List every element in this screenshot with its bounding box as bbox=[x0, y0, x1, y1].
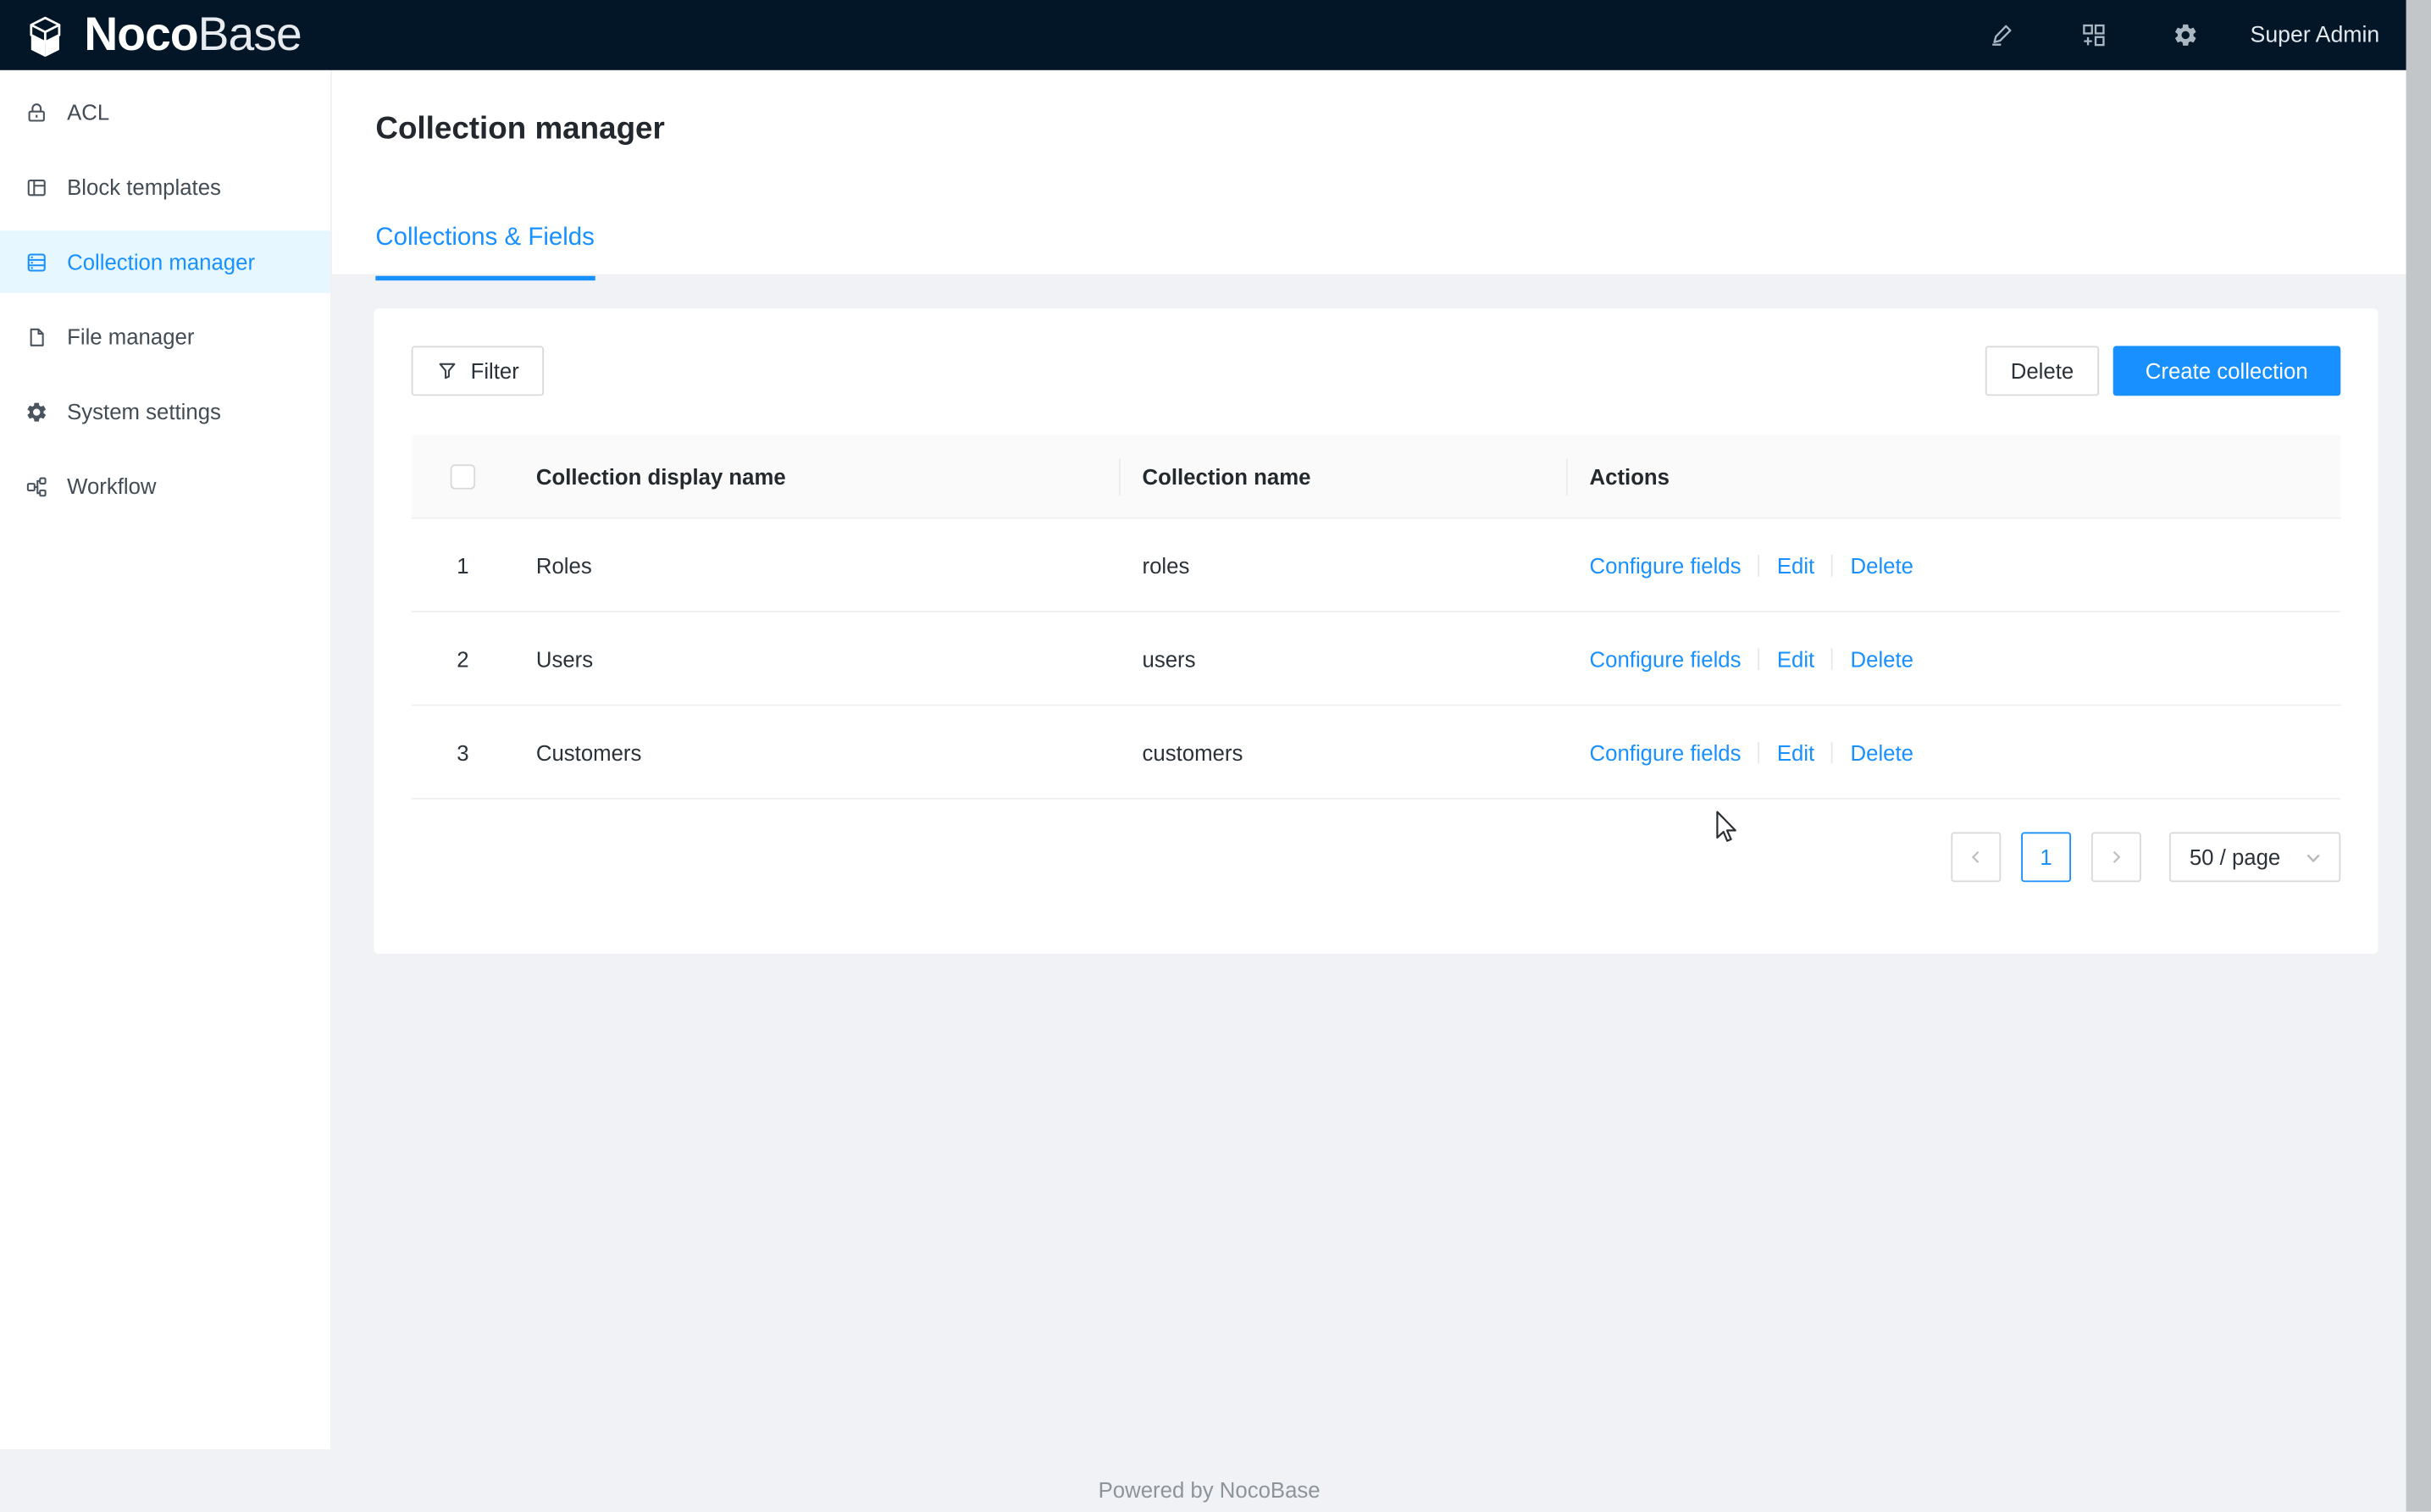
sidebar-item-file-manager[interactable]: File manager bbox=[0, 306, 330, 368]
highlighter-icon bbox=[1989, 22, 2015, 48]
row-actions: Configure fields Edit Delete bbox=[1568, 519, 2341, 612]
toolbar-actions: Delete Create collection bbox=[1985, 346, 2340, 396]
database-icon bbox=[24, 249, 48, 274]
gear-icon bbox=[24, 399, 48, 424]
filter-button[interactable]: Filter bbox=[412, 346, 545, 396]
sidebar-item-label: Block templates bbox=[67, 174, 221, 199]
action-divider bbox=[1758, 554, 1760, 576]
collection-display-name: Customers bbox=[514, 706, 1121, 798]
sidebar-item-label: Collection manager bbox=[67, 249, 255, 274]
table-row[interactable]: 3 Customers customers Configure fields E… bbox=[412, 706, 2341, 799]
action-divider bbox=[1758, 741, 1760, 763]
page-size-select[interactable]: 50 / page bbox=[2169, 832, 2340, 882]
lock-icon bbox=[24, 100, 48, 125]
sidebar-item-label: Workflow bbox=[67, 474, 156, 498]
card-toolbar: Filter Delete Create collection bbox=[412, 346, 2341, 396]
page-title: Collection manager bbox=[375, 112, 664, 147]
select-all-checkbox[interactable] bbox=[451, 463, 475, 488]
brand-logo[interactable]: NocoBase bbox=[0, 0, 302, 70]
collection-display-name: Users bbox=[514, 612, 1121, 705]
layout-icon bbox=[24, 174, 48, 199]
edit-link[interactable]: Edit bbox=[1777, 552, 1814, 577]
action-divider bbox=[1831, 647, 1833, 669]
topbar-right: Super Admin bbox=[1974, 0, 2431, 70]
collection-display-name: Roles bbox=[514, 519, 1121, 612]
delete-button[interactable]: Delete bbox=[1985, 346, 2098, 396]
sidebar-item-block-templates[interactable]: Block templates bbox=[0, 156, 330, 219]
pagination: 1 50 / page bbox=[412, 832, 2341, 882]
action-divider bbox=[1831, 554, 1833, 576]
column-header-actions: Actions bbox=[1568, 435, 2341, 518]
delete-link[interactable]: Delete bbox=[1851, 646, 1913, 671]
brand-name: NocoBase bbox=[84, 0, 301, 70]
delete-link[interactable]: Delete bbox=[1851, 739, 1913, 764]
table-row[interactable]: 2 Users users Configure fields Edit Dele… bbox=[412, 612, 2341, 706]
sidebar-item-collection-manager[interactable]: Collection manager bbox=[0, 230, 330, 293]
configure-fields-link[interactable]: Configure fields bbox=[1590, 739, 1742, 764]
table-header-row: Collection display name Collection name … bbox=[412, 435, 2341, 518]
select-all-cell bbox=[412, 435, 514, 518]
ui-editor-button[interactable] bbox=[1974, 0, 2030, 70]
footer-text: Powered by NocoBase bbox=[0, 1477, 2418, 1502]
page-size-value: 50 / page bbox=[2190, 845, 2280, 869]
sidebar-item-system-settings[interactable]: System settings bbox=[0, 380, 330, 443]
pagination-next-button[interactable] bbox=[2091, 832, 2141, 882]
row-actions: Configure fields Edit Delete bbox=[1568, 612, 2341, 705]
collections-table: Collection display name Collection name … bbox=[412, 435, 2341, 800]
workflow-icon bbox=[24, 474, 48, 498]
filter-funnel-icon bbox=[436, 360, 458, 382]
edit-link[interactable]: Edit bbox=[1777, 646, 1814, 671]
collection-name: customers bbox=[1121, 706, 1568, 798]
action-divider bbox=[1758, 647, 1760, 669]
pagination-prev-button[interactable] bbox=[1951, 832, 2001, 882]
column-header-display-name: Collection display name bbox=[514, 435, 1121, 518]
sidebar: ACL Block templates bbox=[0, 70, 332, 1449]
nocobase-cube-icon bbox=[20, 12, 70, 62]
column-header-name: Collection name bbox=[1121, 435, 1568, 518]
configure-fields-link[interactable]: Configure fields bbox=[1590, 646, 1742, 671]
configure-fields-link[interactable]: Configure fields bbox=[1590, 552, 1742, 577]
tab-bar: Collections & Fields bbox=[375, 224, 594, 276]
pagination-page-1[interactable]: 1 bbox=[2021, 832, 2071, 882]
chevron-down-icon bbox=[2305, 849, 2322, 866]
row-actions: Configure fields Edit Delete bbox=[1568, 706, 2341, 798]
sidebar-item-label: System settings bbox=[67, 399, 221, 424]
create-collection-button[interactable]: Create collection bbox=[2113, 346, 2340, 396]
topbar: NocoBase Su bbox=[0, 0, 2431, 70]
app-window: NocoBase Su bbox=[0, 0, 2431, 1512]
row-index: 1 bbox=[412, 519, 514, 612]
chevron-right-icon bbox=[2107, 848, 2125, 867]
collection-name: roles bbox=[1121, 519, 1568, 612]
collections-card: Filter Delete Create collection Collecti… bbox=[374, 308, 2378, 954]
sidebar-item-acl[interactable]: ACL bbox=[0, 81, 330, 144]
edit-link[interactable]: Edit bbox=[1777, 739, 1814, 764]
tab-collections-fields[interactable]: Collections & Fields bbox=[375, 224, 594, 276]
collection-name: users bbox=[1121, 612, 1568, 705]
delete-link[interactable]: Delete bbox=[1851, 552, 1913, 577]
gear-icon bbox=[2173, 22, 2199, 48]
row-index: 2 bbox=[412, 612, 514, 705]
sidebar-item-label: File manager bbox=[67, 324, 194, 349]
settings-button[interactable] bbox=[2158, 0, 2214, 70]
sidebar-item-label: ACL bbox=[67, 100, 109, 125]
chevron-left-icon bbox=[1967, 848, 1985, 867]
tab-inkbar bbox=[375, 276, 594, 281]
page-header: Collection manager Collections & Fields bbox=[332, 70, 2406, 276]
tabbar-divider bbox=[332, 274, 2406, 276]
row-index: 3 bbox=[412, 706, 514, 798]
plugin-add-icon bbox=[2081, 22, 2107, 48]
action-divider bbox=[1831, 741, 1833, 763]
plugin-manager-button[interactable] bbox=[2066, 0, 2122, 70]
user-menu[interactable]: Super Admin bbox=[2251, 23, 2380, 47]
file-icon bbox=[24, 324, 48, 349]
tab-label: Collections & Fields bbox=[375, 224, 594, 251]
sidebar-item-workflow[interactable]: Workflow bbox=[0, 455, 330, 518]
page-scrollbar[interactable] bbox=[2406, 0, 2431, 1512]
table-row[interactable]: 1 Roles roles Configure fields Edit Dele… bbox=[412, 519, 2341, 612]
